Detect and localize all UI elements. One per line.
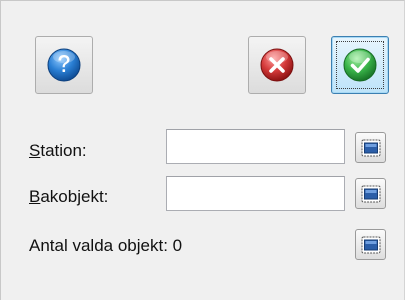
cancel-x-icon [260, 48, 294, 82]
focus-ring [336, 41, 384, 89]
bakobjekt-label-text: akobjekt: [40, 187, 109, 206]
bakobjekt-input[interactable] [166, 176, 345, 211]
help-button[interactable] [35, 36, 93, 94]
select-window-icon [361, 236, 380, 253]
bakobjekt-pick-button[interactable] [355, 178, 386, 209]
bakobjekt-label: Bakobjekt: [29, 187, 108, 207]
station-input[interactable] [166, 129, 345, 164]
bakobjekt-label-mnemonic: B [29, 187, 41, 206]
station-label: Station: [29, 141, 87, 161]
selected-objects-button[interactable] [355, 229, 386, 260]
select-window-icon [361, 139, 380, 156]
station-pick-button[interactable] [355, 132, 386, 163]
station-label-mnemonic: S [29, 141, 41, 160]
help-question-icon [47, 48, 81, 82]
selection-dialog: Station: Bakobjekt: Antal valda objekt: … [0, 0, 405, 300]
select-window-icon [361, 185, 380, 202]
ok-button[interactable] [331, 36, 389, 94]
station-label-text: tation: [40, 141, 87, 160]
selected-count-label: Antal valda objekt: 0 [29, 236, 183, 255]
cancel-button[interactable] [248, 36, 306, 94]
